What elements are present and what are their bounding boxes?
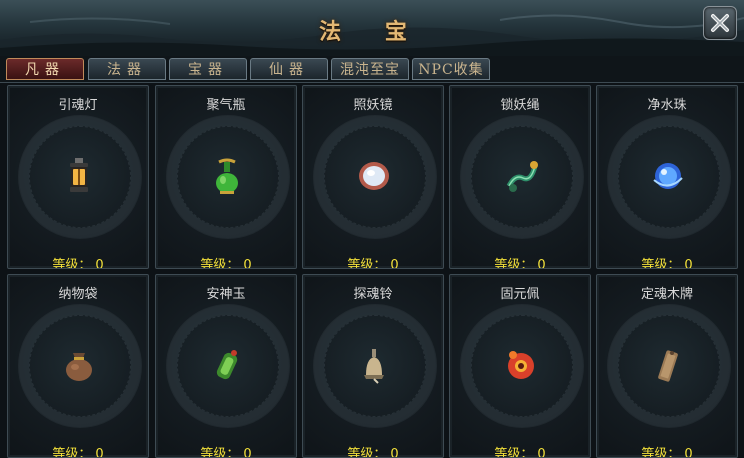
item-card-juqiping[interactable]: 聚气瓶 等级： 0 — [155, 85, 297, 269]
window-header: 法 宝 — [0, 0, 744, 56]
mirror-icon — [359, 162, 389, 190]
item-name: 定魂木牌 — [640, 287, 693, 302]
tab-xianqi[interactable]: 仙器 — [250, 58, 328, 80]
item-level: 等级： 0 — [200, 447, 252, 458]
item-level: 等级： 0 — [347, 258, 399, 269]
item-name: 锁妖绳 — [500, 98, 540, 113]
item-card-jingshuizhu[interactable]: 净水珠 等级： 0 — [596, 85, 738, 269]
item-name: 固元佩 — [500, 287, 540, 302]
item-card-dinghunmupai[interactable]: 定魂木牌 等级： 0 — [596, 274, 738, 458]
item-card-guyuanpei[interactable]: 固元佩 等级： 0 — [449, 274, 591, 458]
item-level: 等级： 0 — [200, 258, 252, 269]
item-card-suoyaosheng[interactable]: 锁妖绳 等级： 0 — [449, 85, 591, 269]
item-grid: 引魂灯 等级： 0 聚气瓶 等级： 0 照妖镜 等级： 0 锁妖绳 等级： 0 … — [7, 85, 739, 458]
item-name: 聚气瓶 — [206, 98, 246, 113]
wood-tablet-icon — [658, 350, 678, 382]
window-title: 法 宝 — [319, 19, 425, 45]
tab-baoqi[interactable]: 宝器 — [169, 58, 247, 80]
item-name: 探魂铃 — [353, 287, 393, 302]
item-level: 等级： 0 — [494, 258, 546, 269]
item-level: 等级： 0 — [52, 447, 104, 458]
close-button[interactable] — [703, 6, 737, 40]
item-card-tanhunling[interactable]: 探魂铃 等级： 0 — [302, 274, 444, 458]
item-level: 等级： 0 — [347, 447, 399, 458]
jade-icon — [216, 350, 238, 380]
lantern-icon — [70, 158, 88, 192]
tab-faqi[interactable]: 法器 — [88, 58, 166, 80]
bottle-icon — [216, 158, 238, 194]
item-card-yinhundeng[interactable]: 引魂灯 等级： 0 — [7, 85, 149, 269]
item-card-anshenyu[interactable]: 安神玉 等级： 0 — [155, 274, 297, 458]
item-name: 净水珠 — [647, 98, 687, 113]
item-name: 纳物袋 — [58, 287, 98, 302]
tab-bar: 凡器 法器 宝器 仙器 混沌至宝 NPC收集 — [0, 56, 744, 83]
tab-hundun-zhibao[interactable]: 混沌至宝 — [331, 58, 409, 80]
water-pearl-icon — [653, 163, 683, 189]
tab-npc-collection[interactable]: NPC收集 — [412, 58, 490, 80]
item-card-nawudai[interactable]: 纳物袋 等级： 0 — [7, 274, 149, 458]
item-level: 等级： 0 — [494, 447, 546, 458]
tab-fanqi[interactable]: 凡器 — [6, 58, 84, 80]
item-name: 安神玉 — [206, 287, 246, 302]
close-icon — [711, 14, 729, 32]
item-level: 等级： 0 — [641, 258, 693, 269]
rope-icon — [506, 161, 538, 192]
item-name: 照妖镜 — [353, 98, 393, 113]
item-card-zhaoyaojing[interactable]: 照妖镜 等级： 0 — [302, 85, 444, 269]
pendant-icon — [508, 351, 534, 379]
item-level: 等级： 0 — [52, 258, 104, 269]
item-name: 引魂灯 — [58, 98, 98, 113]
bell-icon — [364, 349, 384, 384]
item-level: 等级： 0 — [641, 447, 693, 458]
pouch-icon — [66, 353, 92, 381]
